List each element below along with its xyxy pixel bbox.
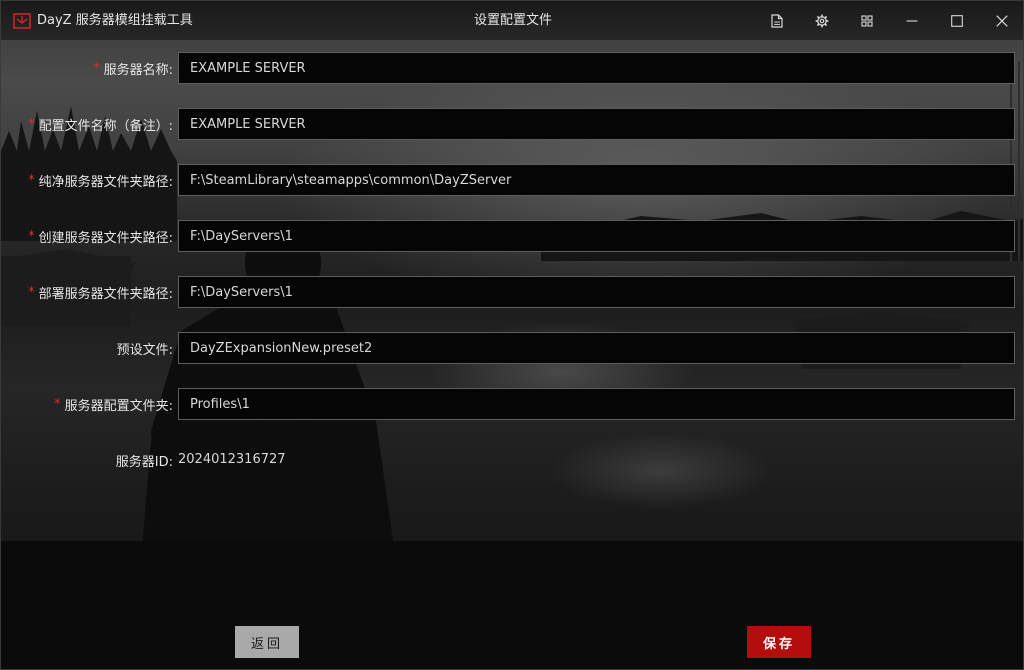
create-path-label: * 创建服务器文件夹路径: bbox=[28, 228, 173, 246]
gear-icon bbox=[815, 14, 829, 28]
required-marker: * bbox=[28, 284, 35, 300]
document-button[interactable] bbox=[755, 1, 799, 41]
deploy-path-input[interactable] bbox=[178, 276, 1015, 308]
create-path-input[interactable] bbox=[178, 220, 1015, 252]
profiles-folder-row: * 服务器配置文件夹: bbox=[1, 388, 1023, 420]
server-name-input[interactable] bbox=[178, 52, 1015, 84]
document-icon bbox=[771, 14, 783, 28]
profiles-folder-input[interactable] bbox=[178, 388, 1015, 420]
maximize-icon bbox=[951, 15, 963, 27]
preset-file-label: 预设文件: bbox=[116, 342, 173, 358]
required-marker: * bbox=[28, 116, 35, 132]
profiles-folder-label: * 服务器配置文件夹: bbox=[54, 396, 173, 414]
preset-file-input[interactable] bbox=[178, 332, 1015, 364]
grid-icon bbox=[861, 15, 873, 27]
server-id-label: 服务器ID: bbox=[115, 454, 173, 470]
vanilla-path-label: * 纯净服务器文件夹路径: bbox=[28, 172, 173, 190]
server-name-label: * 服务器名称: bbox=[93, 60, 173, 78]
create-path-row: * 创建服务器文件夹路径: bbox=[1, 220, 1023, 252]
preset-file-row: 预设文件: bbox=[1, 332, 1023, 364]
close-icon bbox=[996, 15, 1008, 27]
server-id-row: 服务器ID: 2024012316727 bbox=[1, 444, 1023, 476]
deploy-path-label: * 部署服务器文件夹路径: bbox=[28, 284, 173, 302]
settings-button[interactable] bbox=[800, 1, 844, 41]
grid-view-button[interactable] bbox=[845, 1, 889, 41]
required-marker: * bbox=[28, 228, 35, 244]
server-id-value: 2024012316727 bbox=[178, 452, 286, 467]
required-marker: * bbox=[54, 396, 61, 412]
title-bar: DayZ 服务器模组挂载工具 设置配置文件 bbox=[1, 1, 1023, 41]
minimize-icon bbox=[906, 20, 918, 22]
minimize-button[interactable] bbox=[890, 1, 934, 41]
config-name-row: * 配置文件名称（备注）: bbox=[1, 108, 1023, 140]
vanilla-path-row: * 纯净服务器文件夹路径: bbox=[1, 164, 1023, 196]
config-name-input[interactable] bbox=[178, 108, 1015, 140]
close-button[interactable] bbox=[980, 1, 1023, 41]
app-window: DayZ 服务器模组挂载工具 设置配置文件 * 服务器名称: EXAMPLE S… bbox=[0, 0, 1024, 670]
app-logo-icon bbox=[13, 13, 31, 29]
deploy-path-row: * 部署服务器文件夹路径: bbox=[1, 276, 1023, 308]
config-name-label: * 配置文件名称（备注）: bbox=[28, 116, 173, 134]
required-marker: * bbox=[28, 172, 35, 188]
required-marker: * bbox=[93, 60, 100, 76]
vanilla-path-input[interactable] bbox=[178, 164, 1015, 196]
maximize-button[interactable] bbox=[935, 1, 979, 41]
save-button[interactable]: 保存 bbox=[747, 626, 811, 658]
app-title: DayZ 服务器模组挂载工具 bbox=[37, 13, 193, 28]
back-button[interactable]: 返回 bbox=[235, 626, 299, 658]
server-name-row: * 服务器名称: bbox=[1, 52, 1023, 84]
